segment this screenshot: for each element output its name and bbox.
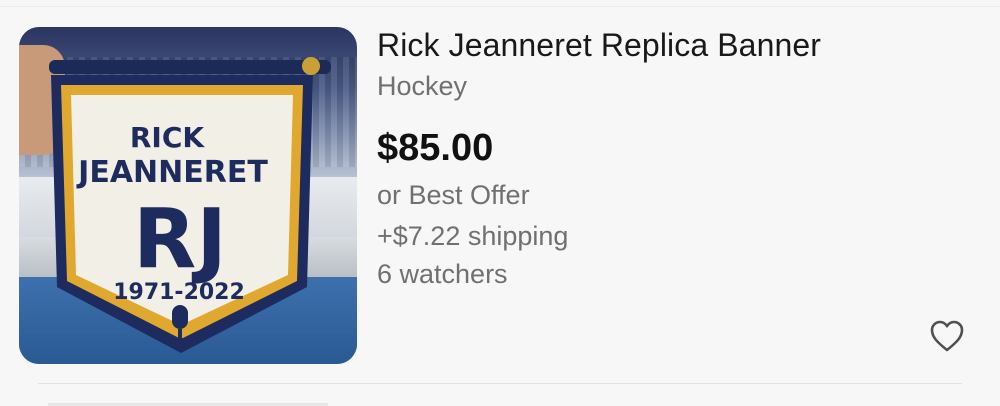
listing-title[interactable]: Rick Jeanneret Replica Banner	[377, 27, 821, 64]
listing-thumbnail[interactable]: RICK JEANNERET RJ 1971-2022	[19, 27, 357, 364]
watchers-count: 6 watchers	[377, 259, 508, 289]
banner-years: 1971-2022	[113, 280, 245, 305]
heart-outline-icon	[930, 320, 964, 352]
banner-line-2: JEANNERET	[76, 155, 268, 190]
bottom-divider	[38, 383, 962, 384]
best-offer-text: or Best Offer	[377, 180, 530, 210]
listing-price: $85.00	[377, 127, 494, 169]
shipping-cost: +$7.22 shipping	[377, 221, 569, 251]
listing-category: Hockey	[377, 71, 468, 101]
banner-line-1: RICK	[130, 121, 206, 154]
banner-monogram: RJ	[133, 192, 227, 287]
watchlist-button[interactable]	[926, 315, 968, 357]
banner-pennant: RICK JEANNERET RJ 1971-2022	[51, 75, 313, 353]
listing-card[interactable]: RICK JEANNERET RJ 1971-2022 Rick Jeanner…	[0, 7, 1000, 382]
